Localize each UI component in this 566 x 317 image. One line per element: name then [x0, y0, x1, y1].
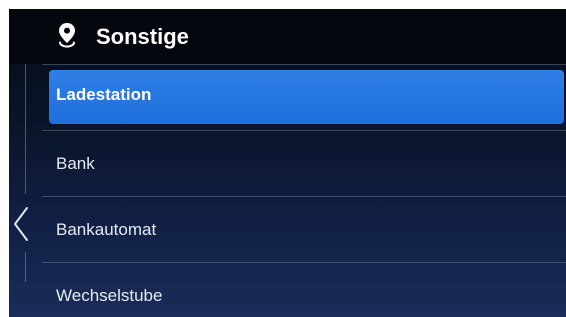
chevron-left-icon[interactable] — [11, 206, 31, 242]
rail-line-lower — [25, 252, 26, 282]
list-item-label: Bank — [56, 154, 95, 173]
location-pin-icon — [59, 23, 75, 48]
poi-category-screen: Sonstige Ladestation Bank Bankautomat We… — [9, 9, 566, 317]
list-item-bankautomat[interactable]: Bankautomat — [42, 197, 566, 263]
list-item-bank[interactable]: Bank — [42, 131, 566, 197]
list-item-ladestation[interactable]: Ladestation — [42, 65, 566, 131]
list-item-label: Wechselstube — [56, 286, 163, 305]
header-bar: Sonstige — [9, 9, 566, 64]
list-item-label: Ladestation — [56, 85, 152, 105]
side-rail — [9, 64, 42, 317]
page-title: Sonstige — [96, 24, 189, 49]
rail-line-upper — [25, 64, 26, 194]
list-item-wechselstube[interactable]: Wechselstube — [42, 263, 566, 317]
list-item-label: Bankautomat — [56, 220, 157, 239]
poi-list: Ladestation Bank Bankautomat Wechselstub… — [42, 65, 566, 317]
